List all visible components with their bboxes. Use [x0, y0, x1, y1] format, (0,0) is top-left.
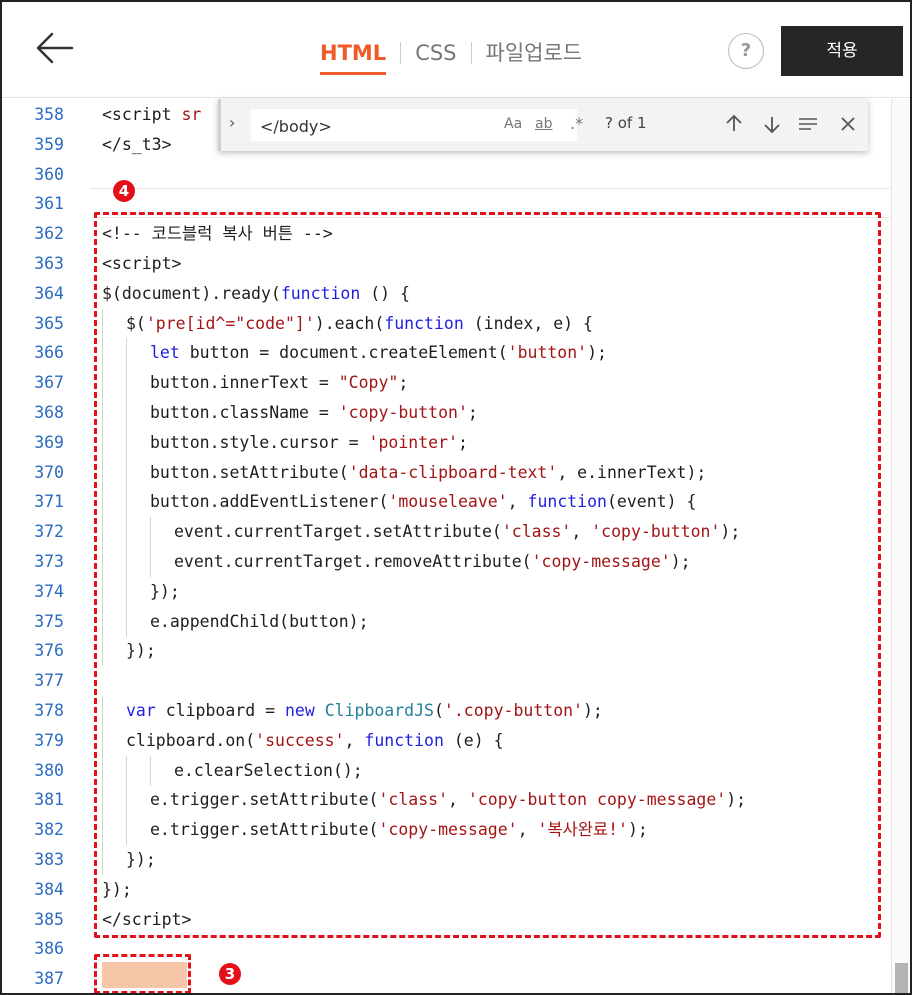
help-icon[interactable]: ?	[728, 33, 764, 69]
line-number: 370	[34, 462, 64, 482]
line-number: 363	[34, 254, 64, 273]
vertical-scrollbar[interactable]	[891, 99, 910, 993]
code-line[interactable]: 360	[2, 160, 910, 190]
match-count: ? of 1	[605, 114, 647, 132]
header-bar: HTML CSS 파일업로드 ? 적용	[2, 2, 910, 98]
editor-window: HTML CSS 파일업로드 ? 적용 358 <script sr 359 </s_…	[0, 0, 912, 995]
code-text: <script sr	[102, 105, 202, 124]
code-text: </s_t3>	[102, 134, 172, 154]
line-number: 384	[34, 879, 64, 899]
find-input-box: Aa ab .*	[251, 109, 583, 141]
line-number: 375	[34, 611, 64, 631]
scrollbar-thumb[interactable]	[895, 963, 908, 993]
next-match-arrow-down-icon[interactable]	[759, 111, 785, 137]
line-number: 362	[34, 224, 64, 244]
annotation-badge-3: 3	[219, 963, 241, 985]
line-number: 376	[34, 641, 64, 661]
tab-divider	[400, 42, 402, 64]
find-widget: › Aa ab .* ? of 1	[218, 99, 868, 151]
tab-html[interactable]: HTML	[320, 39, 387, 75]
annotation-badge-4: 4	[113, 180, 135, 202]
tab-file-upload[interactable]: 파일업로드	[486, 39, 583, 67]
tab-divider	[470, 42, 472, 64]
line-number: 379	[34, 730, 64, 750]
line-number: 364	[34, 283, 64, 303]
line-number: 371	[34, 492, 64, 512]
find-in-selection-icon[interactable]	[795, 111, 821, 137]
previous-match-arrow-up-icon[interactable]	[721, 111, 747, 137]
line-number: 367	[34, 373, 64, 393]
apply-button[interactable]: 적용	[781, 26, 903, 76]
line-number: 382	[34, 820, 64, 840]
line-number: 374	[34, 581, 64, 601]
tab-css[interactable]: CSS	[415, 39, 456, 67]
line-number: 360	[34, 164, 64, 184]
line-number: 383	[34, 850, 64, 869]
line-number: 358	[34, 105, 64, 124]
line-number: 373	[34, 552, 64, 571]
line-number: 366	[34, 343, 64, 363]
line-number: 369	[34, 432, 64, 452]
back-arrow-icon[interactable]	[32, 28, 76, 68]
line-number: 385	[34, 909, 64, 929]
find-input[interactable]	[260, 114, 500, 138]
match-whole-word-icon[interactable]: ab	[535, 116, 552, 132]
line-number: 372	[34, 522, 64, 542]
line-number: 368	[34, 403, 64, 422]
match-case-icon[interactable]: Aa	[504, 116, 522, 132]
use-regex-icon[interactable]: .*	[570, 114, 583, 133]
line-number: 381	[34, 790, 64, 810]
editor-tabs: HTML CSS 파일업로드	[320, 38, 583, 75]
line-number: 380	[34, 760, 64, 780]
close-icon[interactable]	[835, 111, 861, 137]
annotation-box-code-block	[94, 212, 881, 938]
annotation-box-body-tag	[94, 954, 191, 993]
line-number: 386	[34, 939, 64, 959]
line-number: 359	[34, 134, 64, 154]
line-number: 387	[34, 969, 64, 989]
line-number: 365	[34, 313, 64, 333]
line-number: 361	[34, 194, 64, 214]
toggle-replace-chevron-icon[interactable]: ›	[229, 113, 235, 132]
line-number: 378	[34, 701, 64, 720]
line-number: 377	[34, 671, 64, 691]
